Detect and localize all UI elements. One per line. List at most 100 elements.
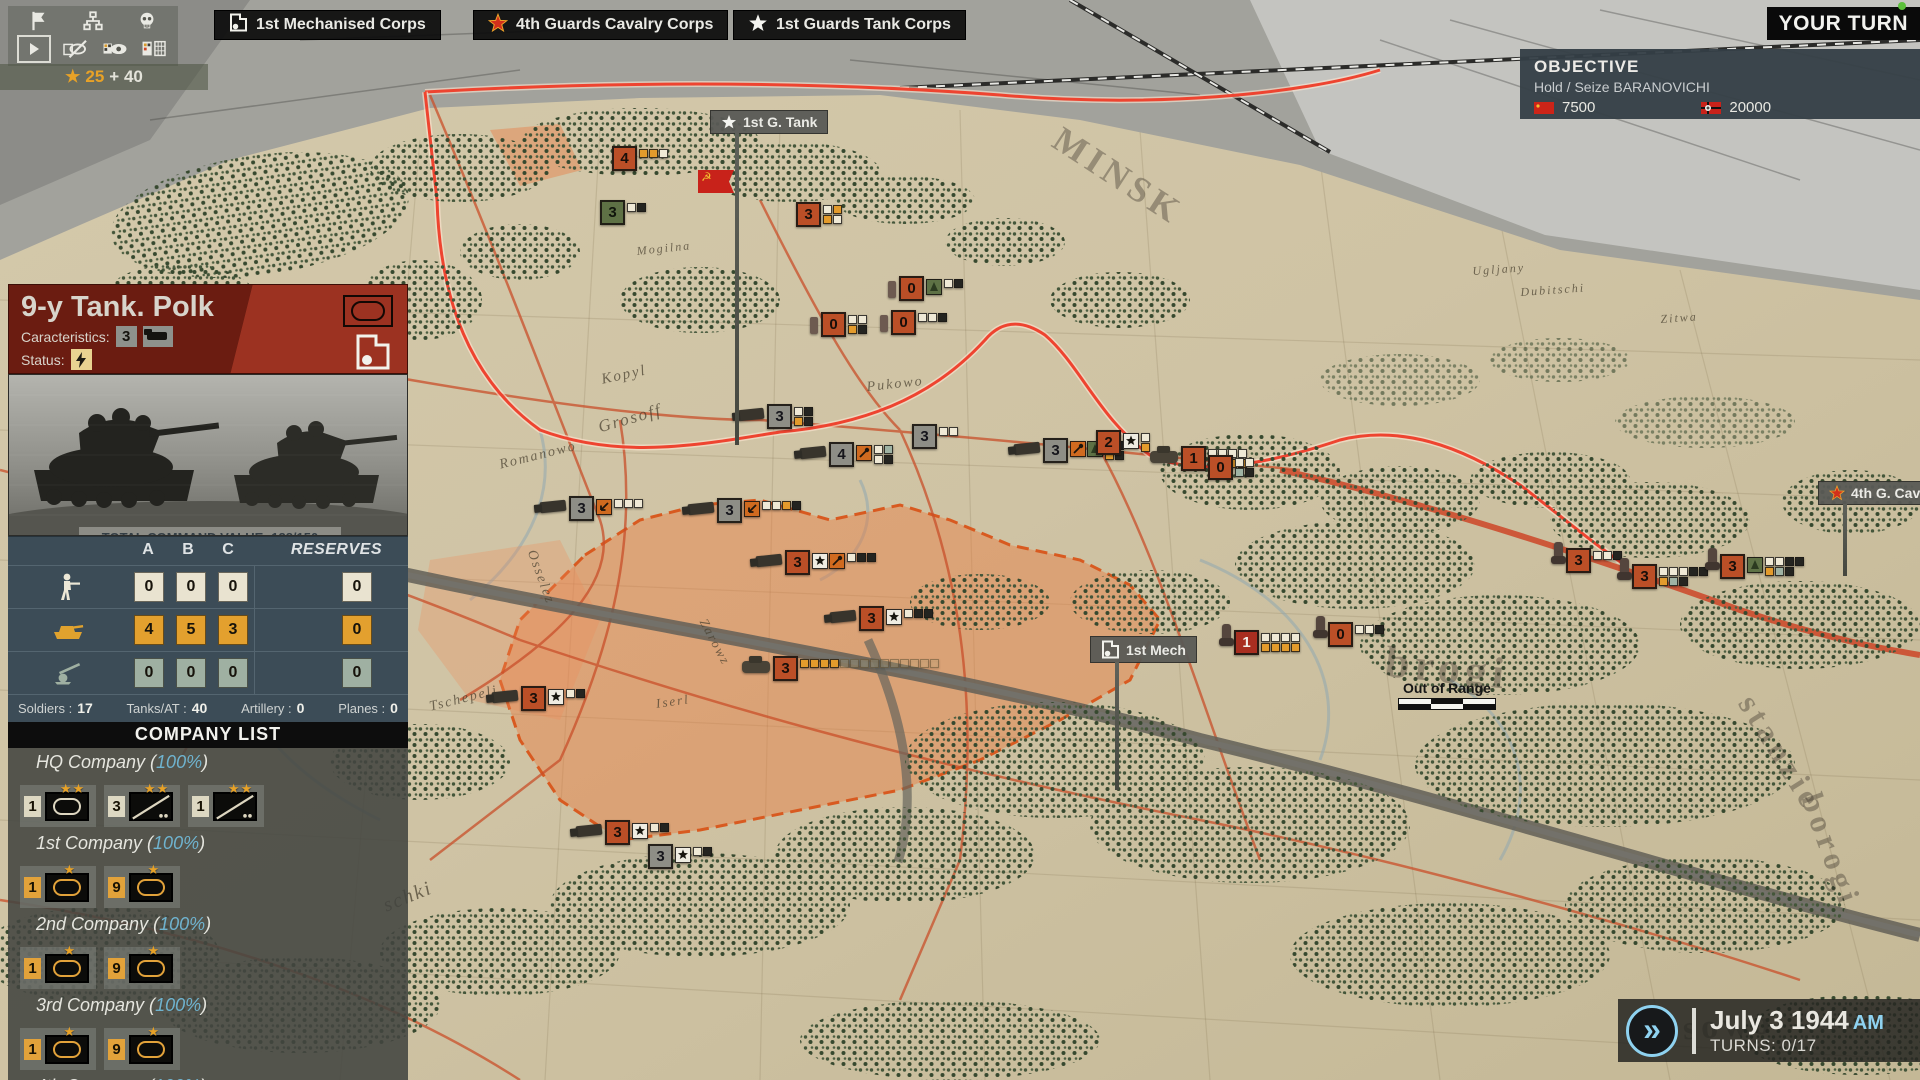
map-sign-1st-mech[interactable]: 1st Mech [1090,636,1197,663]
stat-cell[interactable]: 0 [218,572,248,602]
chip-count: 9 [108,958,125,979]
company-chip[interactable]: 1★★ [20,785,96,827]
company-chip[interactable]: 9★ [104,947,180,989]
show-counters-icon[interactable] [100,37,130,61]
turns-counter: TURNS: 0/17 [1710,1036,1920,1056]
status-label: Status: [21,352,65,368]
corps-button-label: 1st Guards Tank Corps [776,16,951,34]
summary-label: Planes : [338,701,385,716]
tank-icon [8,618,128,642]
stat-cell[interactable]: 0 [218,658,248,688]
sign-label: 4th G. Cava... [1851,485,1920,501]
your-turn-banner: YOUR TURN [1767,7,1920,40]
company-chip[interactable]: 1★ [20,866,96,908]
unit-title: 9-y Tank. Polk [21,291,395,324]
map-sign-4th-g-cava-[interactable]: 4th G. Cava... [1818,481,1920,505]
objective-panel: OBJECTIVE Hold / Seize BARANOVICHI 7500 … [1520,49,1920,119]
chip-stars: ★ [63,1024,76,1040]
stat-cell[interactable]: 0 [134,572,164,602]
org-chart-icon[interactable] [78,9,108,33]
summary-value: 17 [77,700,93,716]
summary-value: 0 [390,700,398,716]
company-name: 4th Company (100%) [8,1076,408,1080]
connection-dot [1898,2,1906,10]
company-chip-row: 1★9★ [8,1016,408,1074]
reserve-cell[interactable]: 0 [342,572,372,602]
company-group: 1st Company (100%)1★9★ [8,833,408,912]
company-chip[interactable]: 1★ [20,1028,96,1070]
stat-cell[interactable]: 0 [176,658,206,688]
sign-icon star-white [721,114,737,130]
summary-label: Tanks/AT : [127,701,187,716]
chip-oval-symbol: ★ [45,1035,89,1064]
skull-icon[interactable] [132,9,162,33]
hide-counters-icon[interactable] [60,37,90,61]
corps-button-2[interactable]: 4th Guards Cavalry Corps [473,10,728,40]
summary-value: 40 [192,700,208,716]
company-chip[interactable]: 1★★ [188,785,264,827]
company-group: HQ Company (100%)1★★3★★1★★ [8,752,408,831]
company-group: 3rd Company (100%)1★9★ [8,995,408,1074]
range-scale-bar [1398,698,1496,710]
play-button[interactable] [17,35,51,63]
reserve-cell[interactable]: 0 [342,615,372,645]
chip-stars: ★ [63,943,76,959]
objective-axis-points: 20000 [1729,99,1771,116]
reserve-cell[interactable]: 0 [342,658,372,688]
stats-row-infantry: 0000 [8,565,408,608]
command-points-bonus: + 40 [109,67,143,87]
company-list-header: COMPANY LIST [8,722,408,748]
end-turn-button[interactable]: » [1626,1005,1678,1057]
your-turn-label: YOUR TURN [1779,12,1908,36]
company-name: 3rd Company (100%) [8,995,408,1016]
sign-icon star-red [1829,485,1845,501]
chip-oval-symbol: ★★ [45,792,89,821]
characteristic-value: 3 [116,326,137,347]
company-chip[interactable]: 3★★ [104,785,180,827]
corps-button-1[interactable]: 1st Mechanised Corps [214,10,441,40]
objective-title: OBJECTIVE [1534,57,1906,77]
company-chip[interactable]: 9★ [104,866,180,908]
scale-segment [1463,704,1495,709]
counter-detail-icon[interactable] [139,37,169,61]
chip-diag-symbol: ★★ [129,792,173,821]
unit-panel: 9-y Tank. Polk Caracteristics: 3 Status: [8,284,408,1080]
turn-panel: » July 3 1944AM TURNS: 0/17 [1618,999,1920,1062]
vehicle-icon [143,326,173,347]
chip-stars: ★ [147,1024,160,1040]
stat-cell[interactable]: 0 [176,572,206,602]
company-name: HQ Company (100%) [8,752,408,773]
ussr-flag-icon [1534,102,1554,114]
company-chip-row: 1★9★ [8,854,408,912]
corps-button-label: 4th Guards Cavalry Corps [516,16,713,34]
chip-count: 1 [24,958,41,979]
lightning-status-icon [71,349,92,370]
scale-segment [1431,704,1463,709]
chip-count: 3 [108,796,125,817]
company-chip-row: 1★★3★★1★★ [8,773,408,831]
chip-stars: ★ [147,862,160,878]
flag-icon[interactable] [24,9,54,33]
axis-flag-icon [1701,102,1721,114]
map-sign-1st-g-tank[interactable]: 1st G. Tank [710,110,828,134]
sign-label: 1st Mech [1126,642,1186,658]
stat-cell[interactable]: 5 [176,615,206,645]
summary-label: Artillery : [241,701,292,716]
chip-oval-symbol: ★ [129,1035,173,1064]
stat-cell[interactable]: 0 [134,658,164,688]
stat-cell[interactable]: 4 [134,615,164,645]
reserve-cell-wrap: 0 [254,652,408,694]
company-chip[interactable]: 9★ [104,1028,180,1070]
stat-cell[interactable]: 3 [218,615,248,645]
corps-button-3[interactable]: 1st Guards Tank Corps [733,10,966,40]
out-of-range-indicator: Out of Range [1398,680,1496,710]
corps-button-label: 1st Mechanised Corps [256,16,426,34]
star-icon: ★ [65,67,80,87]
divider [1692,1008,1696,1054]
game-screen: KopylGrosoffRomanowoPukowoMogilnaOsselez… [0,0,1920,1080]
chip-oval-symbol: ★ [129,954,173,983]
summary-item: Artillery :0 [241,700,304,716]
unit-summary-row: Soldiers :17Tanks/AT :40Artillery :0Plan… [8,694,408,722]
company-chip[interactable]: 1★ [20,947,96,989]
chip-stars: ★ [63,862,76,878]
